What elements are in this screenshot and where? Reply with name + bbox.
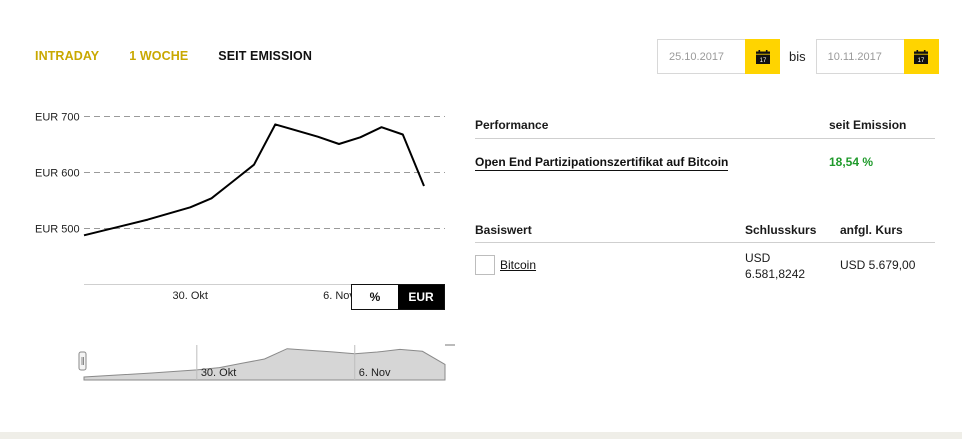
bitcoin-link[interactable]: Bitcoin — [500, 258, 536, 272]
navigator-left-handle[interactable] — [78, 351, 87, 371]
svg-text:17: 17 — [918, 58, 925, 64]
date-separator: bis — [789, 49, 806, 64]
calendar-icon: 17 — [755, 49, 770, 64]
underlying-checkbox[interactable] — [475, 255, 495, 275]
header-basiswert: Basiswert — [475, 223, 532, 237]
calendar-icon: 17 — [914, 49, 929, 64]
date-from-calendar-button[interactable]: 17 — [745, 39, 780, 74]
underlying-header: Basiswert Schlusskurs anfgl. Kurs — [475, 223, 935, 243]
date-to-input[interactable] — [815, 39, 904, 74]
close-price: USD 6.581,8242 — [745, 250, 840, 282]
underlying-name-cell: Bitcoin — [475, 255, 745, 275]
underlying-table: Basiswert Schlusskurs anfgl. Kurs Bitcoi… — [475, 223, 935, 282]
performance-header-label: Performance — [475, 118, 549, 132]
close-currency: USD — [745, 251, 771, 265]
date-range: 17 bis 17 — [657, 39, 939, 74]
date-to-calendar-button[interactable]: 17 — [903, 39, 939, 74]
footer-strip — [0, 432, 962, 439]
product-link[interactable]: Open End Partizipationszertifikat auf Bi… — [475, 155, 729, 171]
date-from-input[interactable] — [657, 39, 745, 74]
performance-header-period: seit Emission — [829, 118, 907, 132]
close-value: 6.581,8242 — [745, 267, 806, 281]
navigator-tick-label: 6. Nov — [359, 367, 391, 379]
performance-table: Performance seit Emission Open End Parti… — [475, 118, 935, 171]
header-schlusskurs: Schlusskurs — [745, 223, 817, 237]
navigator-chart[interactable]: 30. Okt 6. Nov — [0, 0, 462, 400]
performance-row: Open End Partizipationszertifikat auf Bi… — [475, 139, 935, 171]
navigator-tick-label: 30. Okt — [201, 367, 236, 379]
performance-value: 18,54 % — [829, 155, 874, 169]
header-anfgl-kurs: anfgl. Kurs — [840, 223, 903, 237]
performance-header: Performance seit Emission — [475, 118, 935, 139]
initial-price: USD 5.679,00 — [840, 258, 916, 272]
svg-text:17: 17 — [759, 58, 766, 64]
navigator-area — [83, 348, 446, 381]
table-row: Bitcoin USD 6.581,8242 USD 5.679,00 — [475, 243, 935, 282]
